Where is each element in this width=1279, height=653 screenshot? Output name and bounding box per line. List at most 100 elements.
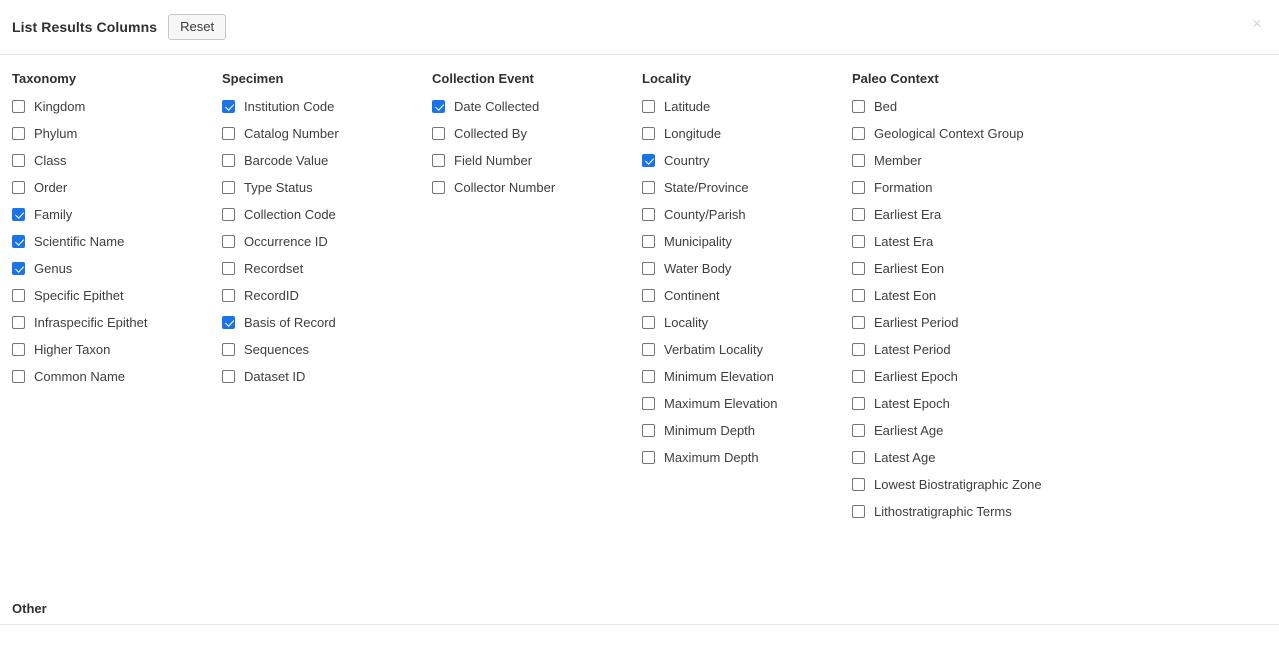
checkbox-row[interactable]: Field Number: [432, 147, 642, 174]
checkbox-unchecked-icon[interactable]: [432, 127, 445, 140]
checkbox-row[interactable]: Country: [642, 147, 852, 174]
checkbox-unchecked-icon[interactable]: [642, 100, 655, 113]
checkbox-unchecked-icon[interactable]: [222, 154, 235, 167]
checkbox-unchecked-icon[interactable]: [852, 424, 865, 437]
checkbox-unchecked-icon[interactable]: [642, 451, 655, 464]
checkbox-row[interactable]: Basis of Record: [222, 309, 432, 336]
checkbox-checked-icon[interactable]: [642, 154, 655, 167]
checkbox-unchecked-icon[interactable]: [222, 127, 235, 140]
checkbox-unchecked-icon[interactable]: [852, 316, 865, 329]
checkbox-row[interactable]: Phylum: [12, 120, 222, 147]
checkbox-unchecked-icon[interactable]: [852, 451, 865, 464]
checkbox-unchecked-icon[interactable]: [12, 127, 25, 140]
checkbox-row[interactable]: Collection Code: [222, 201, 432, 228]
checkbox-row[interactable]: Latest Age: [852, 444, 1112, 471]
checkbox-row[interactable]: Latitude: [642, 93, 852, 120]
checkbox-row[interactable]: County/Parish: [642, 201, 852, 228]
checkbox-unchecked-icon[interactable]: [222, 343, 235, 356]
checkbox-row[interactable]: Latest Eon: [852, 282, 1112, 309]
checkbox-row[interactable]: Latest Epoch: [852, 390, 1112, 417]
checkbox-unchecked-icon[interactable]: [642, 127, 655, 140]
checkbox-unchecked-icon[interactable]: [852, 154, 865, 167]
checkbox-row[interactable]: Earliest Eon: [852, 255, 1112, 282]
checkbox-row[interactable]: Occurrence ID: [222, 228, 432, 255]
checkbox-row[interactable]: Minimum Depth: [642, 417, 852, 444]
checkbox-row[interactable]: Sequences: [222, 336, 432, 363]
checkbox-unchecked-icon[interactable]: [12, 289, 25, 302]
checkbox-unchecked-icon[interactable]: [852, 100, 865, 113]
checkbox-row[interactable]: Bed: [852, 93, 1112, 120]
checkbox-unchecked-icon[interactable]: [222, 289, 235, 302]
checkbox-row[interactable]: Longitude: [642, 120, 852, 147]
checkbox-row[interactable]: Maximum Elevation: [642, 390, 852, 417]
checkbox-unchecked-icon[interactable]: [642, 235, 655, 248]
checkbox-row[interactable]: Earliest Age: [852, 417, 1112, 444]
checkbox-unchecked-icon[interactable]: [12, 370, 25, 383]
checkbox-unchecked-icon[interactable]: [642, 424, 655, 437]
checkbox-row[interactable]: Kingdom: [12, 93, 222, 120]
checkbox-checked-icon[interactable]: [432, 100, 445, 113]
checkbox-row[interactable]: Continent: [642, 282, 852, 309]
checkbox-row[interactable]: RecordID: [222, 282, 432, 309]
checkbox-row[interactable]: Institution Code: [222, 93, 432, 120]
checkbox-row[interactable]: Higher Taxon: [12, 336, 222, 363]
checkbox-unchecked-icon[interactable]: [852, 127, 865, 140]
checkbox-unchecked-icon[interactable]: [642, 181, 655, 194]
checkbox-unchecked-icon[interactable]: [642, 289, 655, 302]
checkbox-row[interactable]: Infraspecific Epithet: [12, 309, 222, 336]
checkbox-row[interactable]: Collected By: [432, 120, 642, 147]
checkbox-checked-icon[interactable]: [12, 235, 25, 248]
checkbox-unchecked-icon[interactable]: [222, 181, 235, 194]
checkbox-unchecked-icon[interactable]: [12, 343, 25, 356]
checkbox-row[interactable]: Date Collected: [432, 93, 642, 120]
checkbox-row[interactable]: Minimum Elevation: [642, 363, 852, 390]
checkbox-row[interactable]: Specific Epithet: [12, 282, 222, 309]
checkbox-row[interactable]: Earliest Period: [852, 309, 1112, 336]
checkbox-row[interactable]: Type Status: [222, 174, 432, 201]
checkbox-unchecked-icon[interactable]: [642, 370, 655, 383]
checkbox-row[interactable]: Catalog Number: [222, 120, 432, 147]
checkbox-row[interactable]: Municipality: [642, 228, 852, 255]
checkbox-row[interactable]: Water Body: [642, 255, 852, 282]
checkbox-unchecked-icon[interactable]: [852, 262, 865, 275]
close-icon[interactable]: ×: [1246, 13, 1268, 35]
checkbox-row[interactable]: Member: [852, 147, 1112, 174]
checkbox-row[interactable]: Barcode Value: [222, 147, 432, 174]
checkbox-unchecked-icon[interactable]: [852, 397, 865, 410]
checkbox-checked-icon[interactable]: [222, 316, 235, 329]
checkbox-unchecked-icon[interactable]: [642, 397, 655, 410]
checkbox-row[interactable]: Latest Period: [852, 336, 1112, 363]
checkbox-unchecked-icon[interactable]: [222, 262, 235, 275]
checkbox-unchecked-icon[interactable]: [222, 370, 235, 383]
checkbox-unchecked-icon[interactable]: [852, 208, 865, 221]
checkbox-row[interactable]: Lithostratigraphic Terms: [852, 498, 1112, 525]
checkbox-unchecked-icon[interactable]: [642, 343, 655, 356]
checkbox-row[interactable]: Dataset ID: [222, 363, 432, 390]
checkbox-unchecked-icon[interactable]: [852, 181, 865, 194]
checkbox-unchecked-icon[interactable]: [642, 262, 655, 275]
checkbox-unchecked-icon[interactable]: [12, 154, 25, 167]
checkbox-checked-icon[interactable]: [222, 100, 235, 113]
checkbox-row[interactable]: Maximum Depth: [642, 444, 852, 471]
checkbox-row[interactable]: Earliest Era: [852, 201, 1112, 228]
checkbox-unchecked-icon[interactable]: [432, 181, 445, 194]
checkbox-row[interactable]: Latest Era: [852, 228, 1112, 255]
checkbox-checked-icon[interactable]: [12, 262, 25, 275]
checkbox-row[interactable]: Verbatim Locality: [642, 336, 852, 363]
checkbox-row[interactable]: Locality: [642, 309, 852, 336]
checkbox-unchecked-icon[interactable]: [642, 208, 655, 221]
checkbox-unchecked-icon[interactable]: [642, 316, 655, 329]
checkbox-row[interactable]: Collector Number: [432, 174, 642, 201]
checkbox-row[interactable]: Genus: [12, 255, 222, 282]
checkbox-row[interactable]: Class: [12, 147, 222, 174]
checkbox-unchecked-icon[interactable]: [12, 181, 25, 194]
checkbox-row[interactable]: Order: [12, 174, 222, 201]
checkbox-unchecked-icon[interactable]: [222, 208, 235, 221]
checkbox-row[interactable]: Formation: [852, 174, 1112, 201]
checkbox-unchecked-icon[interactable]: [12, 100, 25, 113]
checkbox-row[interactable]: Scientific Name: [12, 228, 222, 255]
checkbox-row[interactable]: State/Province: [642, 174, 852, 201]
checkbox-unchecked-icon[interactable]: [852, 235, 865, 248]
checkbox-unchecked-icon[interactable]: [12, 316, 25, 329]
checkbox-row[interactable]: Common Name: [12, 363, 222, 390]
